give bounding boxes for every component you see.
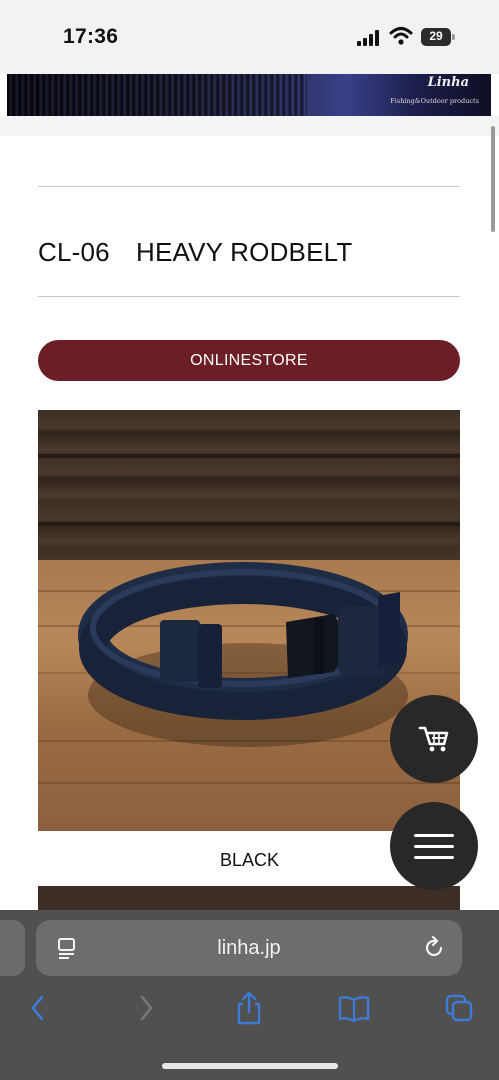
browser-nav-toolbar: [0, 990, 499, 1030]
home-indicator[interactable]: [162, 1063, 338, 1069]
online-store-button[interactable]: ONLINESTORE: [38, 340, 460, 381]
site-header-banner[interactable]: Linha Fishing&Outdoor products: [7, 74, 491, 116]
menu-button[interactable]: [390, 802, 478, 890]
url-text: linha.jp: [217, 937, 281, 959]
product-title: CL-06 HEAVY RODBELT: [38, 237, 353, 267]
site-tagline: Fishing&Outdoor products: [390, 97, 479, 105]
product-card: CL-06 HEAVY RODBELT ONLINESTORE BLACK: [0, 136, 499, 910]
next-product-photo[interactable]: [38, 886, 460, 910]
divider-bottom: [38, 296, 460, 297]
forward-icon[interactable]: [130, 990, 162, 1026]
content-gap: [0, 116, 499, 136]
divider-top: [38, 186, 460, 187]
cart-icon: [390, 726, 478, 787]
wifi-icon: [389, 26, 413, 46]
bookmarks-icon[interactable]: [338, 990, 370, 1026]
battery-level: 29: [429, 29, 443, 43]
site-logo[interactable]: Linha: [428, 75, 469, 90]
status-bar: 17:36 29: [0, 0, 499, 74]
back-icon[interactable]: [22, 990, 54, 1026]
signal-icon: [357, 30, 383, 46]
tabs-icon[interactable]: [444, 990, 476, 1026]
cart-button[interactable]: [390, 695, 478, 783]
address-bar[interactable]: linha.jp: [36, 920, 462, 976]
menu-icon: [414, 834, 454, 837]
previous-tab-peek[interactable]: [0, 920, 25, 976]
browser-toolbar: linha.jp: [0, 910, 499, 1080]
share-icon[interactable]: [233, 990, 265, 1026]
banner-background: [7, 74, 307, 116]
page-scrollbar[interactable]: [491, 126, 495, 232]
status-time: 17:36: [63, 25, 119, 48]
reload-icon[interactable]: [424, 935, 446, 960]
battery-icon: 29: [421, 28, 455, 46]
